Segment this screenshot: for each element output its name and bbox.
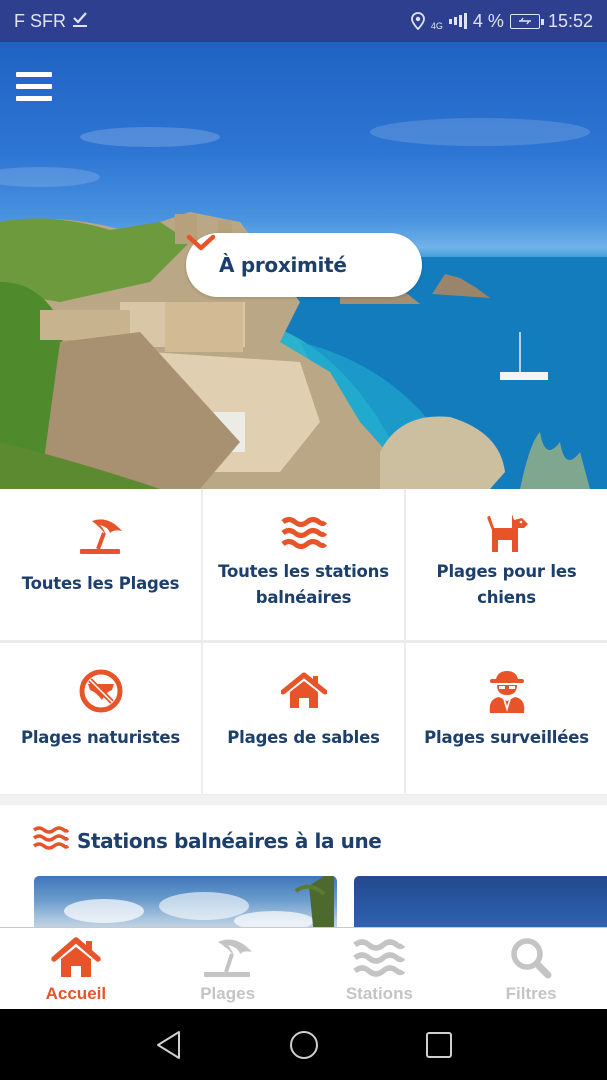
category-label: Toutes les stations balnéaires: [218, 562, 389, 607]
system-navigation-bar: [0, 1009, 607, 1080]
status-bar: F SFR 4G 4 % 15:52: [0, 0, 607, 42]
carrier-name: F SFR: [14, 10, 66, 31]
category-all-beaches[interactable]: Toutes les Plages: [0, 489, 201, 640]
category-label: Toutes les Plages: [21, 574, 180, 593]
tab-label: Stations: [345, 984, 413, 1003]
location-selector[interactable]: À proximité: [186, 233, 422, 297]
waves-icon: [280, 507, 327, 559]
spy-icon: [486, 665, 528, 717]
back-triangle-icon: [157, 1031, 180, 1059]
category-nudist-beaches[interactable]: Plages naturistes: [0, 643, 201, 794]
home-button[interactable]: [288, 1029, 320, 1066]
waves-icon: [353, 936, 406, 980]
tab-label: Plages: [200, 984, 256, 1003]
no-swimsuit-icon: [78, 665, 124, 717]
beach-umbrella-icon: [202, 936, 254, 980]
menu-button[interactable]: [16, 72, 54, 104]
battery-charging-icon: [509, 13, 544, 29]
hero-banner: À proximité: [0, 42, 607, 489]
category-grid: Toutes les Plages Toutes les stations ba…: [0, 489, 607, 795]
battery-percent: 4 %: [472, 10, 504, 31]
recents-square-icon: [426, 1032, 452, 1058]
clock: 15:52: [547, 10, 593, 31]
download-done-icon: [72, 10, 88, 33]
home-icon: [280, 665, 327, 717]
home-circle-icon: [290, 1031, 318, 1059]
location-selector-label: À proximité: [219, 253, 347, 277]
beach-umbrella-icon: [78, 511, 124, 563]
bottom-tab-bar: Accueil Plages Stations Filtres: [0, 927, 607, 1009]
tab-stations[interactable]: Stations: [304, 928, 456, 1009]
dog-icon: [484, 507, 530, 559]
tab-label: Filtres: [505, 984, 557, 1003]
category-sand-beaches[interactable]: Plages de sables: [203, 643, 404, 794]
search-icon: [509, 936, 553, 980]
home-icon: [51, 936, 101, 980]
location-icon: [411, 12, 425, 30]
section-header: Stations balnéaires à la une: [32, 825, 382, 856]
recents-button[interactable]: [425, 1029, 453, 1066]
featured-resorts-section: Stations balnéaires à la une: [0, 805, 607, 927]
network-type: 4G: [430, 20, 443, 31]
back-button[interactable]: [155, 1029, 183, 1066]
section-divider: [0, 795, 607, 805]
category-label: Plages naturistes: [20, 728, 181, 747]
category-label: Plages pour les chiens: [436, 562, 577, 607]
section-title: Stations balnéaires à la une: [77, 828, 382, 853]
category-supervised-beaches[interactable]: Plages surveillées: [406, 643, 607, 794]
category-label: Plages surveillées: [424, 728, 589, 747]
tab-filters[interactable]: Filtres: [455, 928, 607, 1009]
waves-icon: [32, 825, 70, 856]
tab-label: Accueil: [45, 984, 107, 1003]
tab-beaches[interactable]: Plages: [152, 928, 304, 1009]
hamburger-icon: [16, 72, 54, 101]
category-label: Plages de sables: [227, 728, 380, 747]
resort-card-image: [64, 876, 334, 927]
resort-card[interactable]: [34, 876, 337, 927]
signal-icon: [448, 13, 467, 29]
tab-home[interactable]: Accueil: [0, 928, 152, 1009]
category-dog-beaches[interactable]: Plages pour les chiens: [406, 489, 607, 640]
category-all-resorts[interactable]: Toutes les stations balnéaires: [203, 489, 404, 640]
resort-card[interactable]: [354, 876, 607, 927]
